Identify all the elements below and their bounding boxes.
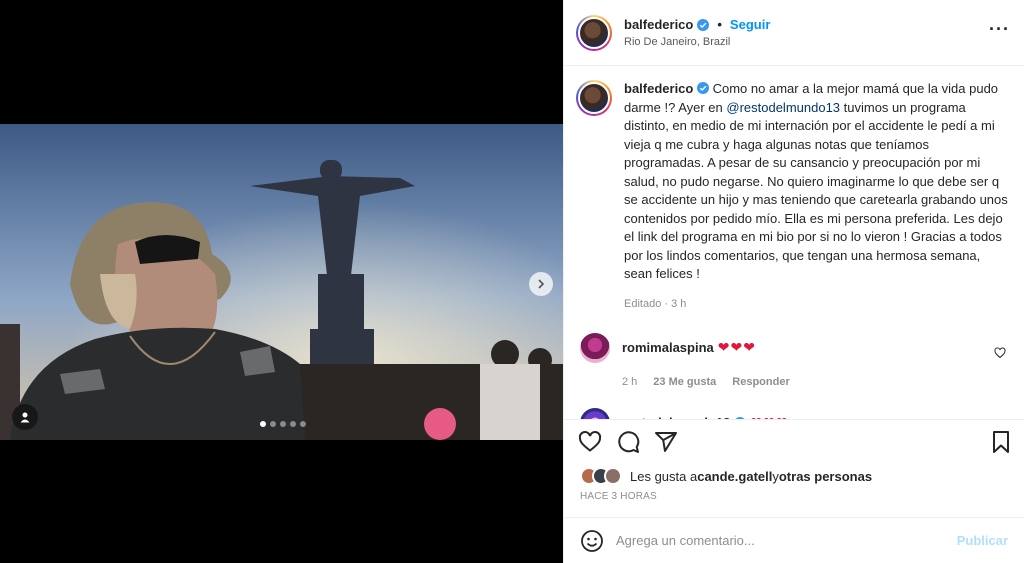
- comment-line: romimalaspina ❤❤❤: [622, 339, 1008, 356]
- comment-username[interactable]: romimalaspina: [622, 340, 714, 355]
- author-row: balfederico • Seguir: [624, 17, 989, 32]
- christ-redeemer-photo: [0, 124, 563, 440]
- comment-line: restodelmundo13 ❤❤❤: [622, 414, 1008, 419]
- comment-body: romimalaspina ❤❤❤ 2 h 23 Me gusta Respon…: [622, 333, 1008, 388]
- comment-item: restodelmundo13 ❤❤❤: [576, 408, 1008, 419]
- commenter-avatar[interactable]: [580, 408, 610, 419]
- post-media: [0, 0, 563, 563]
- comment-like-icon[interactable]: [994, 347, 1006, 359]
- comments-section: balfederico Como no amar a la mejor mamá…: [564, 66, 1024, 419]
- add-comment-bar: Publicar: [564, 517, 1024, 563]
- carousel-next-button[interactable]: [529, 272, 553, 296]
- post-dialog: balfederico • Seguir Rio De Janeiro, Bra…: [0, 0, 1024, 563]
- chevron-right-icon: [538, 279, 545, 289]
- comment-body: restodelmundo13 ❤❤❤: [622, 408, 1008, 419]
- emoji-icon: [581, 529, 603, 552]
- carousel-dot: [280, 421, 286, 427]
- comment-username[interactable]: restodelmundo13: [622, 415, 730, 419]
- liker-avatars[interactable]: [580, 467, 622, 485]
- caption-username[interactable]: balfederico: [624, 81, 693, 96]
- author-username[interactable]: balfederico: [624, 17, 693, 32]
- comment-time[interactable]: 2 h: [622, 376, 637, 388]
- caption-body: balfederico Como no amar a la mejor mamá…: [624, 80, 1008, 313]
- comment-icon: [618, 430, 640, 453]
- comment-likes[interactable]: 23 Me gusta: [653, 376, 716, 388]
- author-avatar[interactable]: [576, 14, 612, 51]
- likes-prefix: Les gusta a: [630, 468, 698, 484]
- post-sidebar: balfederico • Seguir Rio De Janeiro, Bra…: [563, 0, 1024, 563]
- likes-others-link[interactable]: otras personas: [779, 469, 872, 484]
- verified-badge-icon: [697, 18, 710, 31]
- verified-badge-icon: [696, 82, 709, 94]
- comment-text: ❤❤❤: [750, 414, 788, 419]
- liker-avatar: [604, 467, 622, 485]
- avatar-image: [578, 82, 610, 114]
- avatar-image: [578, 16, 610, 49]
- emoji-button[interactable]: [580, 529, 604, 553]
- follow-button[interactable]: Seguir: [730, 17, 770, 32]
- post-actions: [564, 419, 1024, 463]
- more-options-button[interactable]: ···: [989, 20, 1010, 42]
- carousel-dot: [300, 421, 306, 427]
- heart-icon: [578, 430, 602, 452]
- author-info: balfederico • Seguir Rio De Janeiro, Bra…: [624, 17, 989, 48]
- carousel-dot: [270, 421, 276, 427]
- comment-text: ❤❤❤: [717, 339, 756, 355]
- carousel-dot: [260, 421, 266, 427]
- user-icon: [20, 412, 30, 423]
- liker-username[interactable]: cande.gatell: [697, 469, 772, 484]
- publish-button[interactable]: Publicar: [957, 533, 1008, 548]
- post-timestamp[interactable]: HACE 3 HORAS: [564, 489, 1024, 517]
- bookmark-icon: [993, 430, 1009, 453]
- save-button[interactable]: [990, 430, 1012, 454]
- comment-meta: 2 h 23 Me gusta Responder: [622, 376, 1008, 388]
- carousel-indicator: [260, 421, 306, 427]
- post-photo[interactable]: [0, 124, 563, 440]
- commenter-avatar[interactable]: [580, 333, 610, 363]
- likes-summary: Les gusta a cande.gatell y otras persona…: [564, 463, 1024, 489]
- caption-text-block: balfederico Como no amar a la mejor mamá…: [624, 80, 1008, 284]
- carousel-dot: [290, 421, 296, 427]
- post-header: balfederico • Seguir Rio De Janeiro, Bra…: [564, 0, 1024, 66]
- comment-input[interactable]: [616, 533, 957, 548]
- post-caption: balfederico Como no amar a la mejor mamá…: [576, 80, 1008, 313]
- verified-badge-icon: [735, 416, 746, 419]
- comment-button[interactable]: [616, 430, 640, 454]
- caption-text-continued: tuvimos un programa distinto, en medio d…: [624, 99, 1008, 282]
- send-icon: [655, 431, 677, 452]
- location-link[interactable]: Rio De Janeiro, Brazil: [624, 36, 989, 48]
- share-button[interactable]: [654, 430, 678, 454]
- separator: •: [717, 17, 722, 32]
- caption-mention-link[interactable]: @restodelmundo13: [726, 100, 840, 115]
- caption-avatar[interactable]: [576, 80, 612, 116]
- reply-button[interactable]: Responder: [732, 376, 789, 388]
- like-button[interactable]: [578, 430, 602, 454]
- tagged-users-button[interactable]: [12, 404, 38, 430]
- caption-edited-label: Editado · 3 h: [624, 297, 687, 310]
- comment-item: romimalaspina ❤❤❤ 2 h 23 Me gusta Respon…: [576, 333, 1008, 388]
